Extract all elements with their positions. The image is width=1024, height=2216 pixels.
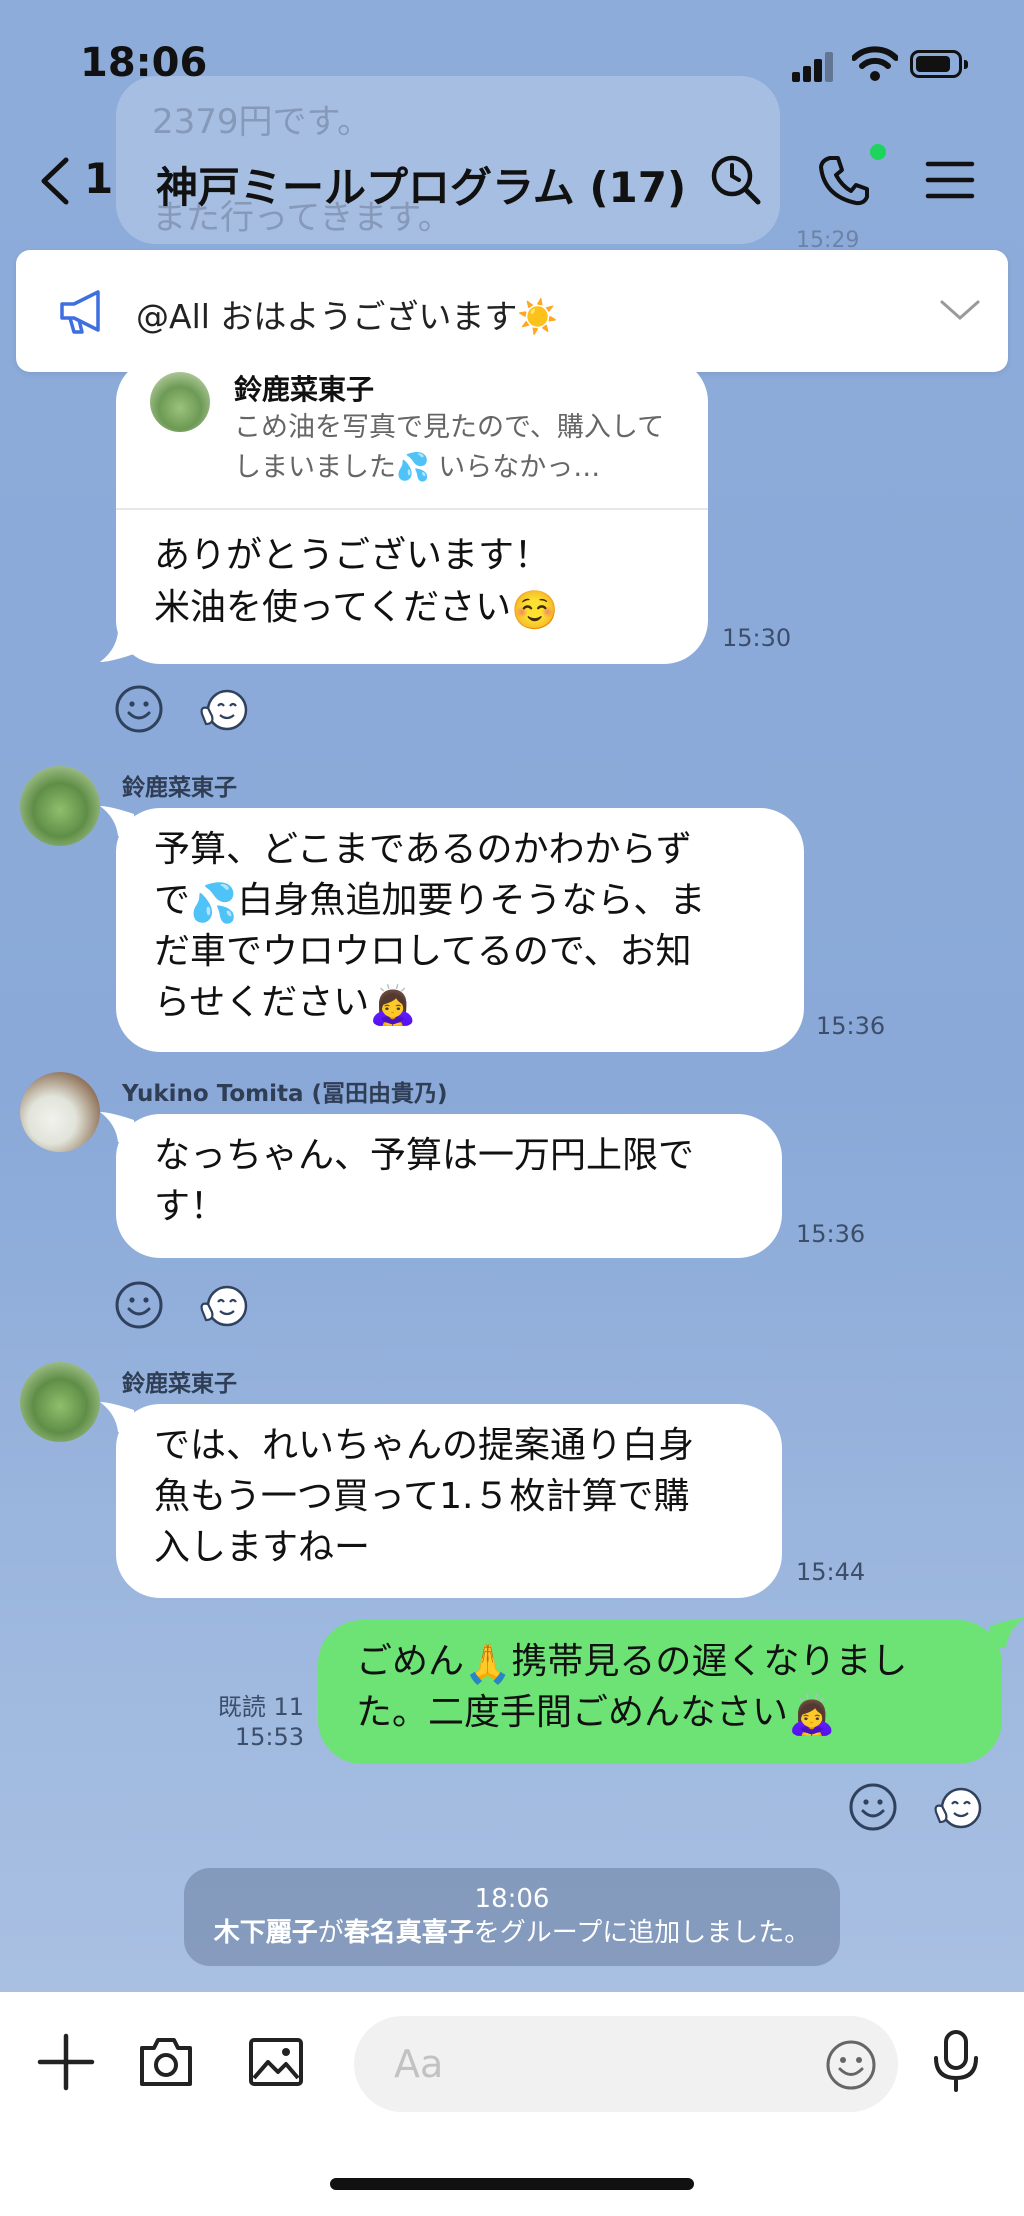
announcement-banner[interactable]: @All おはようございます☀️ bbox=[16, 250, 1008, 372]
avatar[interactable] bbox=[20, 1072, 100, 1152]
camera-icon[interactable] bbox=[136, 2032, 196, 2092]
cellular-signal-icon bbox=[792, 50, 834, 82]
message-line: 予算、どこまであるのかわからず bbox=[154, 829, 692, 870]
message-line: ありがとうございます！ bbox=[154, 535, 551, 576]
message-time: 15:30 bbox=[722, 624, 792, 652]
message-line: だ車でウロウロしてるので、お知 bbox=[154, 931, 692, 972]
message-line: ごめん bbox=[356, 1641, 465, 1682]
message-time: 15:53 bbox=[234, 1723, 304, 1751]
system-text: が bbox=[317, 1918, 344, 1948]
folded-hands-emoji: 🙏 bbox=[464, 1642, 512, 1686]
system-actor: 木下麗子 bbox=[213, 1918, 318, 1948]
bowing-emoji: 🙇‍♀️ bbox=[369, 983, 417, 1027]
emoji-picker-icon[interactable] bbox=[824, 2038, 878, 2092]
message-line: 携帯見るの遅くなりまし bbox=[511, 1641, 908, 1682]
bubble-tail bbox=[100, 806, 134, 836]
message-input-placeholder: Aa bbox=[394, 2042, 444, 2086]
message-line: なっちゃん、予算は一万円上限で bbox=[154, 1135, 695, 1176]
message-bubble[interactable]: 予算、どこまであるのかわからず で💦白身魚追加要りそうなら、ま だ車でウロウロし… bbox=[116, 808, 804, 1052]
message-line: す！ bbox=[154, 1186, 227, 1227]
bubble-tail bbox=[990, 1618, 1024, 1648]
quoted-sender: 鈴鹿菜東子 bbox=[234, 373, 375, 406]
bubble-tail bbox=[100, 632, 134, 662]
home-indicator bbox=[330, 2178, 694, 2190]
system-notice: 18:06 木下麗子が春名真喜子をグループに追加しました。 bbox=[184, 1868, 840, 1966]
message-line: た。二度手間ごめんなさい bbox=[356, 1692, 789, 1733]
message-text: ありがとうございます！ 米油を使ってください☺️ bbox=[154, 530, 558, 634]
avatar[interactable] bbox=[20, 766, 100, 846]
message-line: 入しますねー bbox=[154, 1527, 371, 1568]
wifi-icon bbox=[852, 46, 898, 81]
announcement-text: @All おはようございます☀️ bbox=[136, 297, 559, 336]
back-chevron-icon[interactable] bbox=[36, 154, 76, 208]
sender-name: 鈴鹿菜東子 bbox=[122, 1371, 237, 1397]
plus-icon[interactable] bbox=[36, 2032, 96, 2092]
image-icon[interactable] bbox=[246, 2032, 306, 2092]
bubble-tail bbox=[100, 1112, 134, 1142]
message-line: では、れいちゃんの提案通り白身 bbox=[154, 1425, 695, 1466]
smiley-icon[interactable] bbox=[848, 1782, 898, 1832]
reply-divider bbox=[116, 508, 708, 510]
sweat-drops-emoji: 💦 bbox=[190, 881, 238, 925]
back-unread-count[interactable]: 1 bbox=[84, 154, 113, 203]
message-line: 魚もう一つ買って1.５枚計算で購 bbox=[154, 1476, 690, 1517]
battery-icon bbox=[910, 50, 968, 78]
smiley-icon[interactable] bbox=[114, 684, 164, 734]
message-bubble[interactable]: では、れいちゃんの提案通り白身 魚もう一つ買って1.５枚計算で購 入しますねー bbox=[116, 1404, 782, 1598]
quoted-avatar bbox=[150, 372, 210, 432]
smiley-icon[interactable] bbox=[114, 1280, 164, 1330]
quoted-text: こめ油を写真で見たので、購入してしまいました💦 いらなかっ… bbox=[234, 412, 665, 483]
message-line: らせください bbox=[154, 982, 370, 1023]
sticker-icon[interactable] bbox=[932, 1782, 982, 1832]
message-line: で bbox=[154, 880, 191, 921]
smiling-emoji: ☺️ bbox=[511, 588, 559, 632]
microphone-icon[interactable] bbox=[928, 2028, 984, 2094]
sender-name: Yukino Tomita (冨田由貴乃) bbox=[122, 1081, 448, 1107]
system-time: 18:06 bbox=[474, 1884, 550, 1914]
message-bubble[interactable]: なっちゃん、予算は一万円上限で す！ bbox=[116, 1114, 782, 1258]
sticker-icon[interactable] bbox=[198, 1280, 248, 1330]
call-active-indicator bbox=[870, 144, 886, 160]
message-time: 15:36 bbox=[796, 1220, 866, 1248]
sticker-icon[interactable] bbox=[198, 684, 248, 734]
bubble-tail bbox=[100, 1402, 134, 1432]
phone-icon[interactable] bbox=[816, 152, 872, 208]
system-text: をグループに追加しました。 bbox=[473, 1918, 811, 1948]
bowing-emoji: 🙇‍♀️ bbox=[788, 1693, 836, 1737]
search-icon[interactable] bbox=[708, 152, 764, 208]
my-message-bubble[interactable]: ごめん🙏携帯見るの遅くなりまし た。二度手間ごめんなさい🙇‍♀️ bbox=[318, 1620, 1002, 1764]
message-line: 米油を使ってください bbox=[154, 587, 512, 628]
ghost-text-1: 2379円です。 bbox=[152, 102, 372, 142]
system-target: 春名真喜子 bbox=[343, 1918, 474, 1948]
message-line: 白身魚追加要りそうなら、ま bbox=[237, 880, 706, 921]
reply-message-bubble[interactable]: 鈴鹿菜東子 こめ油を写真で見たので、購入してしまいました💦 いらなかっ… ありが… bbox=[116, 358, 708, 664]
message-time: 15:44 bbox=[796, 1558, 866, 1586]
composer-bar: Aa bbox=[0, 1992, 1024, 2216]
chat-title[interactable]: 神戸ミールプログラム (17) bbox=[156, 154, 686, 215]
avatar[interactable] bbox=[20, 1362, 100, 1442]
chevron-down-icon[interactable] bbox=[938, 296, 982, 324]
read-receipt: 既読 11 15:53 bbox=[200, 1692, 304, 1752]
sender-name: 鈴鹿菜東子 bbox=[122, 775, 237, 801]
read-count: 既読 11 bbox=[217, 1693, 304, 1721]
message-input[interactable]: Aa bbox=[354, 2016, 898, 2112]
menu-icon[interactable] bbox=[922, 152, 978, 208]
message-time: 15:36 bbox=[816, 1012, 886, 1040]
megaphone-icon bbox=[60, 290, 100, 334]
